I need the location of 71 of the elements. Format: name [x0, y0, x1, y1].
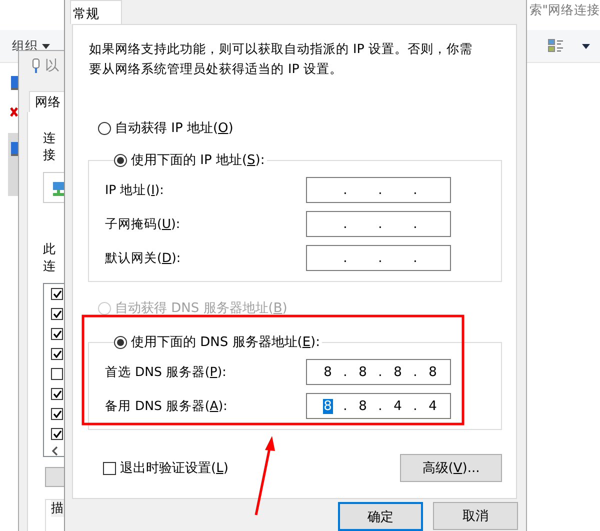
separator-dot: . — [412, 182, 418, 198]
octet-text: 8 — [358, 398, 368, 414]
ip-address-field[interactable]: . . . — [306, 211, 451, 237]
connect-label: 连接 — [43, 130, 57, 164]
octet-text: 4 — [428, 398, 438, 414]
caret-icon[interactable] — [582, 44, 590, 48]
checkbox[interactable] — [51, 328, 63, 340]
separator-dot: . — [342, 182, 348, 198]
separator-dot: . — [377, 364, 384, 380]
separator-dot: . — [377, 398, 384, 414]
checkbox[interactable] — [51, 368, 63, 380]
ip-address-field[interactable]: 8 . 8 . 8 . 8 — [306, 359, 451, 385]
install-button[interactable] — [45, 466, 65, 487]
separator-dot: . — [412, 250, 418, 266]
adapter-icon — [31, 58, 41, 74]
network-adapter-icon — [52, 181, 65, 197]
ip-address-field[interactable]: 8 . 8 . 4 . 4 — [306, 393, 451, 419]
checkbox[interactable] — [51, 388, 63, 400]
ip-address-field[interactable]: . . . — [306, 177, 451, 203]
field-label: 首选 DNS 服务器(P): — [105, 364, 226, 380]
cancel-button[interactable]: 取消 — [433, 502, 518, 530]
monitor-icon — [10, 141, 18, 157]
separator-dot: . — [412, 216, 418, 232]
field-label: IP 地址(I): — [105, 182, 164, 198]
general-tab[interactable]: 常规 — [70, 0, 122, 24]
separator-dot: . — [377, 250, 384, 266]
octet-text: 4 — [392, 398, 403, 414]
radio-button[interactable] — [114, 336, 127, 348]
separator-dot: . — [377, 182, 384, 198]
separator-dot: . — [412, 398, 418, 414]
error-icon — [10, 107, 18, 117]
radio-button[interactable] — [114, 154, 127, 166]
checkbox[interactable] — [51, 308, 63, 320]
selected-nav-item[interactable] — [8, 133, 18, 196]
separator-dot: . — [377, 216, 384, 232]
radio-label: 自动获得 DNS 服务器地址(B) — [115, 300, 288, 317]
ip-address-field[interactable]: . . . — [306, 245, 451, 271]
view-icon[interactable] — [548, 39, 564, 53]
separator-dot: . — [342, 216, 348, 232]
monitor-icon — [10, 75, 18, 91]
radio-button[interactable] — [98, 122, 111, 134]
radio-label: 使用下面的 DNS 服务器地址(E): — [131, 334, 320, 351]
octet-text: 8 — [358, 364, 368, 380]
window-title: 以 — [45, 57, 59, 75]
description-label: 描 — [51, 500, 64, 517]
octet-text: 8 — [322, 398, 333, 414]
field-label: 子网掩码(U): — [105, 216, 180, 232]
radio-label: 自动获得 IP 地址(O) — [115, 120, 234, 137]
checkbox[interactable] — [51, 408, 63, 420]
checkbox[interactable] — [51, 288, 63, 300]
checkbox-label: 退出时验证设置(L) — [120, 460, 228, 477]
separator-dot: . — [342, 364, 348, 380]
separator-dot: . — [342, 398, 348, 414]
checkbox[interactable] — [103, 462, 116, 474]
checkbox[interactable] — [51, 428, 63, 440]
octet-text: 8 — [392, 364, 403, 380]
octet-text: 8 — [322, 364, 333, 380]
checkbox[interactable] — [51, 348, 63, 360]
field-label: 默认网关(D): — [105, 250, 181, 266]
field-label: 备用 DNS 服务器(A): — [105, 398, 228, 414]
items-label: 此连 — [43, 240, 57, 275]
network-tab[interactable]: 网络 — [29, 91, 65, 112]
separator-dot: . — [412, 364, 418, 380]
intro-text: 如果网络支持此功能，则可以获取自动指派的 IP 设置。否则，你需要从网络系统管理员处获得适当的 IP 设置。 — [89, 40, 474, 78]
ok-button[interactable]: 确定 — [338, 502, 423, 531]
scroll-left-icon[interactable] — [51, 446, 59, 456]
octet-text: 8 — [428, 364, 438, 380]
separator-dot: . — [342, 250, 348, 266]
search-field[interactable]: 索"网络连接 — [529, 0, 600, 19]
radio-label: 使用下面的 IP 地址(S): — [131, 152, 265, 169]
advanced-button[interactable]: 高级(V)... — [400, 454, 502, 482]
